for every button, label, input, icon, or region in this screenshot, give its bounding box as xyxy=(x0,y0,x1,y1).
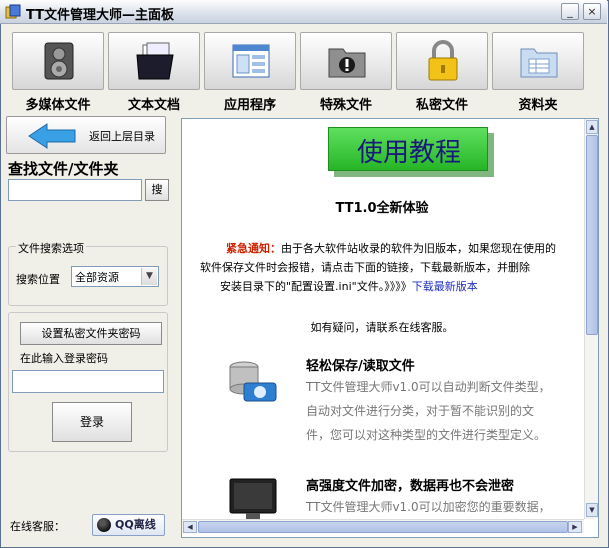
title-bar[interactable]: TT文件管理大师—主面板 _ × xyxy=(0,0,607,24)
documents-label: 文本文档 xyxy=(127,98,180,113)
data-folder-button[interactable]: 资料夹 xyxy=(492,32,584,113)
find-button[interactable]: 搜 xyxy=(145,179,169,201)
scroll-down-icon[interactable]: ▼ xyxy=(586,503,598,517)
feature-title-encryption: 高强度文件加密，数据再也不会泄密 xyxy=(306,479,515,494)
text-documents-button[interactable]: 文本文档 xyxy=(108,32,200,113)
multimedia-tile xyxy=(12,32,104,90)
horizontal-scrollbar[interactable]: ◀ ▶ xyxy=(182,519,584,533)
vertical-scroll-thumb[interactable] xyxy=(586,135,598,335)
login-button[interactable]: 登录 xyxy=(52,402,132,442)
applications-tile xyxy=(204,32,296,90)
back-to-parent-button[interactable]: 返回上层目录 xyxy=(6,116,166,154)
data-folder-tile xyxy=(492,32,584,90)
multimedia-files-button[interactable]: 多媒体文件 xyxy=(12,32,104,113)
search-location-label: 搜索位置 xyxy=(16,273,60,286)
notice-line-3: 安装目录下的"配置设置.ini"文件。》》》》 xyxy=(220,280,412,293)
feature-line: TT文件管理大师v1.0可以加密您的重要数据， xyxy=(306,500,551,514)
feature-line: 自动对文件进行分类，对于暂不能识别的文 xyxy=(306,404,535,418)
back-arrow-icon xyxy=(28,123,76,149)
login-password-label: 在此输入登录密码 xyxy=(20,352,108,365)
customer-service-label: 在线客服： xyxy=(10,520,65,533)
contact-hint: 如有疑问，请联系在线客服。 xyxy=(310,321,454,334)
special-label: 特殊文件 xyxy=(319,98,372,113)
application-window-icon xyxy=(232,44,270,78)
private-label: 私密文件 xyxy=(415,98,468,113)
documents-tile xyxy=(108,32,200,90)
vertical-scrollbar[interactable]: ▲ ▼ xyxy=(584,119,598,519)
feature-line: 件，您可以对这种类型的文件进行类型定义。 xyxy=(306,428,547,442)
search-options-legend: 文件搜索选项 xyxy=(16,240,86,256)
private-tile xyxy=(396,32,488,90)
notice-prefix: 紧急通知： xyxy=(226,242,281,255)
scroll-right-icon[interactable]: ▶ xyxy=(568,521,582,533)
back-label: 返回上层目录 xyxy=(89,130,155,143)
feature-title-save-read: 轻松保存/读取文件 xyxy=(306,359,415,374)
applications-label: 应用程序 xyxy=(223,98,276,113)
special-files-button[interactable]: 特殊文件 xyxy=(300,32,392,113)
folder-documents-icon xyxy=(136,42,174,80)
special-folder-icon xyxy=(328,48,366,78)
data-folder-icon xyxy=(520,48,558,78)
horizontal-scroll-thumb[interactable] xyxy=(198,521,568,533)
tutorial-panel: 使用教程 TT1.0全新体验 紧急通知：由于各大软件站收录的软件为旧版本，如果您… xyxy=(181,118,599,538)
qq-icon xyxy=(97,518,111,532)
urgent-notice: 紧急通知：由于各大软件站收录的软件为旧版本，如果您现在使用的 软件保存文件时会报… xyxy=(200,239,590,296)
applications-button[interactable]: 应用程序 xyxy=(204,32,296,113)
feature-text-encryption: TT文件管理大师v1.0可以加密您的重要数据， xyxy=(306,495,588,519)
category-toolbar: 多媒体文件 文本文档 应用程序 特殊文件 私密文件 资料夹 xyxy=(10,32,590,113)
find-title: 查找文件/文件夹 xyxy=(8,160,119,178)
minimize-button[interactable]: _ xyxy=(561,3,579,20)
private-files-button[interactable]: 私密文件 xyxy=(396,32,488,113)
tutorial-banner: 使用教程 xyxy=(328,127,488,171)
chevron-down-icon[interactable]: ▼ xyxy=(141,268,157,285)
scroll-left-icon[interactable]: ◀ xyxy=(183,521,197,533)
tutorial-subtitle: TT1.0全新体验 xyxy=(335,201,429,216)
close-button[interactable]: × xyxy=(583,3,601,20)
login-password-input[interactable] xyxy=(12,370,164,393)
qq-offline-button[interactable]: QQ离线 xyxy=(92,514,165,536)
monitor-icon xyxy=(229,478,277,519)
storage-disk-icon xyxy=(229,361,277,402)
notice-line-1: 由于各大软件站收录的软件为旧版本，如果您现在使用的 xyxy=(281,242,556,255)
set-private-password-button[interactable]: 设置私密文件夹密码 xyxy=(20,322,162,345)
feature-text-save-read: TT文件管理大师v1.0可以自动判断文件类型， 自动对文件进行分类，对于暂不能识… xyxy=(306,375,588,447)
notice-line-2: 软件保存文件时会报错，请点击下面的链接，下载最新版本，并删除 xyxy=(200,261,530,274)
qq-button-label: QQ离线 xyxy=(115,518,156,531)
feature-line: TT文件管理大师v1.0可以自动判断文件类型， xyxy=(306,380,551,394)
banner-title: 使用教程 xyxy=(356,138,461,168)
app-icon xyxy=(5,4,21,19)
scroll-up-icon[interactable]: ▲ xyxy=(586,120,598,134)
search-location-select[interactable]: 全部资源 ▼ xyxy=(71,266,159,287)
find-input[interactable] xyxy=(8,179,142,201)
window-title: TT文件管理大师—主面板 xyxy=(26,8,175,23)
data-folder-label: 资料夹 xyxy=(518,98,558,113)
special-tile xyxy=(300,32,392,90)
search-location-value: 全部资源 xyxy=(75,271,119,284)
download-latest-link[interactable]: 下载最新版本 xyxy=(412,280,478,293)
multimedia-label: 多媒体文件 xyxy=(25,98,91,113)
speaker-icon xyxy=(44,42,74,80)
padlock-icon xyxy=(428,40,458,81)
